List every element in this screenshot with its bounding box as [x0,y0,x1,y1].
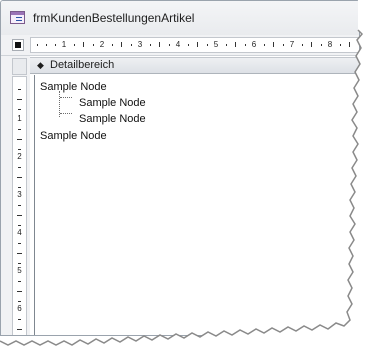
ruler-label-8: 8 [327,40,333,49]
ruler-label-3: 3 [137,40,143,49]
section-label: Detailbereich [50,59,115,71]
tree-connector-line [60,97,72,98]
tree-node[interactable]: Sample Node [40,130,107,143]
ruler-bar: 1 2 3 4 5 6 7 8 [1,35,359,56]
ruler-label-1: 1 [61,40,67,49]
ruler-corner [12,58,27,75]
detail-section-header[interactable]: ◆ Detailbereich [30,57,359,74]
form-design-window: frmKundenBestellungenArtikel 1 2 3 4 5 6… [0,0,360,336]
tree-connector-line [60,113,72,114]
form-selector-icon[interactable] [12,39,24,51]
title-bar: frmKundenBestellungenArtikel [1,1,359,36]
vertical-ruler[interactable]: 1 2 3 4 5 6 [12,76,27,335]
vruler-label-6: 6 [17,304,22,313]
detail-section-canvas[interactable]: Sample Node Sample Node Sample Node Samp… [34,75,359,335]
tree-node[interactable]: Sample Node [79,113,146,126]
vruler-label-1: 1 [17,114,22,123]
section-arrow-icon: ◆ [37,60,44,70]
vertical-ruler-strip: 1 2 3 4 5 6 [1,56,30,335]
ruler-label-6: 6 [251,40,257,49]
vruler-label-4: 4 [17,228,22,237]
ruler-label-4: 4 [175,40,181,49]
horizontal-ruler[interactable]: 1 2 3 4 5 6 7 8 [30,37,359,53]
window-title: frmKundenBestellungenArtikel [33,11,195,25]
vruler-label-2: 2 [17,152,22,161]
tree-node[interactable]: Sample Node [40,81,107,94]
vruler-label-5: 5 [17,266,22,275]
treeview-control[interactable]: Sample Node Sample Node Sample Node Samp… [35,75,359,335]
ruler-label-7: 7 [289,40,295,49]
ruler-label-2: 2 [99,40,105,49]
ruler-label-5: 5 [213,40,219,49]
tree-node[interactable]: Sample Node [79,97,146,110]
form-icon [10,11,25,24]
vruler-label-3: 3 [17,190,22,199]
